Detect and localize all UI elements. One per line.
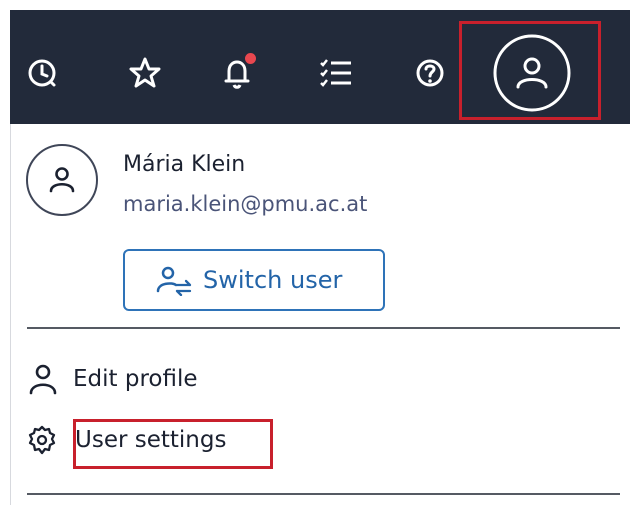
user-settings-highlight-box [73,419,273,469]
menu-divider [27,327,620,329]
menu-border [10,124,11,505]
profile-icon [29,364,57,395]
notification-badge [245,53,256,64]
user-email: maria.klein@pmu.ac.at [123,192,368,216]
switch-user-label: Switch user [203,266,343,294]
user-icon [49,167,75,193]
avatar-highlight-box [459,21,601,120]
star-icon[interactable] [121,49,169,97]
user-name: Mária Klein [123,152,246,177]
help-icon[interactable] [406,49,454,97]
edit-profile-label: Edit profile [73,366,198,392]
menu-avatar [26,144,98,216]
history-icon[interactable] [18,49,66,97]
menu-divider-bottom [27,493,620,495]
gear-icon [28,425,56,455]
checklist-icon[interactable] [312,49,360,97]
switch-user-button[interactable]: Switch user [123,249,385,311]
edit-profile-item[interactable]: Edit profile [27,362,198,396]
switch-user-icon [156,266,192,296]
